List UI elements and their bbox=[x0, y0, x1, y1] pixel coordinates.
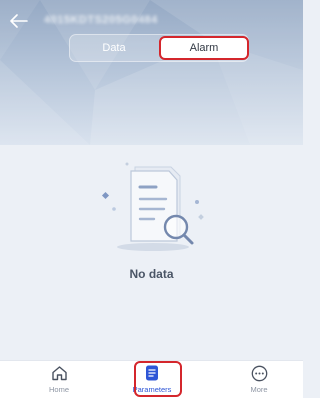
nav-more[interactable]: More bbox=[229, 364, 289, 398]
tab-alarm[interactable]: Alarm bbox=[159, 36, 249, 60]
empty-state-message: No data bbox=[129, 267, 174, 281]
more-icon bbox=[250, 364, 268, 382]
back-arrow-icon bbox=[10, 14, 28, 28]
alarm-screen: 4015KDTS205G0484 Data Alarm No data Home… bbox=[0, 0, 303, 398]
parameters-icon bbox=[143, 364, 161, 382]
nav-home[interactable]: Home bbox=[29, 364, 89, 398]
nav-more-label: More bbox=[250, 385, 268, 394]
nav-parameters[interactable]: Parameters bbox=[122, 364, 182, 398]
document-search-icon bbox=[101, 162, 204, 251]
device-serial-title: 4015KDTS205G0484 bbox=[44, 14, 158, 26]
data-alarm-tab-switch: Data Alarm bbox=[69, 34, 249, 62]
empty-state: No data bbox=[0, 145, 303, 360]
tab-data[interactable]: Data bbox=[70, 35, 158, 61]
back-button[interactable] bbox=[8, 10, 30, 32]
nav-parameters-label: Parameters bbox=[132, 385, 172, 394]
home-icon bbox=[50, 364, 68, 382]
header-banner: 4015KDTS205G0484 Data Alarm bbox=[0, 0, 303, 145]
bottom-navigation: Home Parameters More bbox=[0, 360, 303, 398]
nav-home-label: Home bbox=[48, 385, 69, 394]
